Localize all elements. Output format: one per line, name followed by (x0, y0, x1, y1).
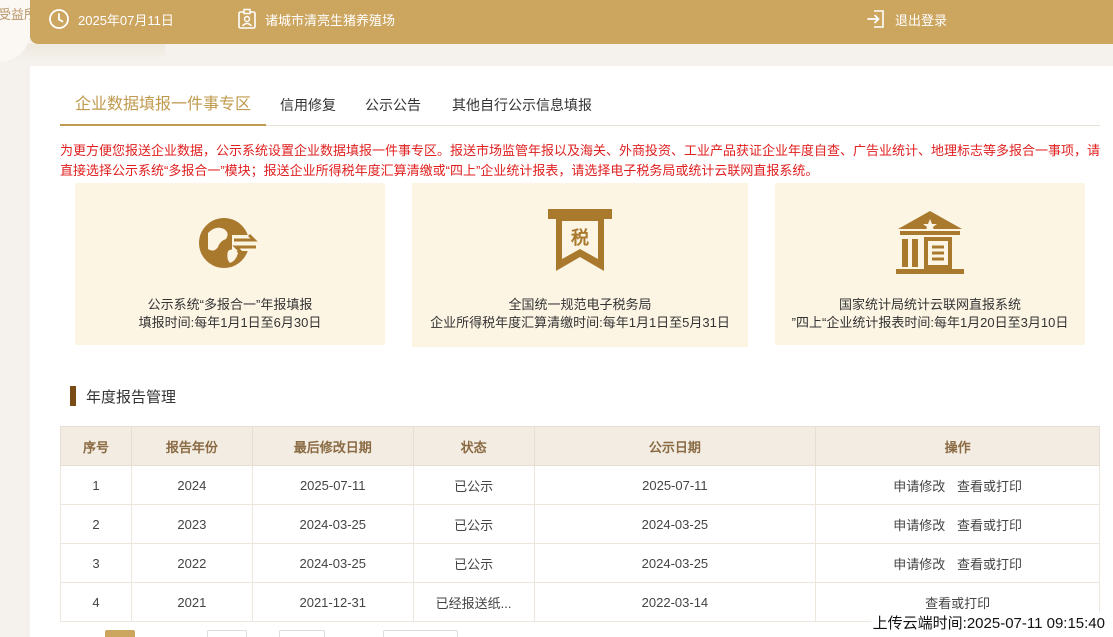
date-text: 2025年07月11日 (78, 12, 174, 28)
modified-date: 2024-03-25 (251, 543, 414, 583)
column-header: 公示日期 (533, 426, 817, 466)
top-bar: 2025年07月11日 诸城市清亮生猪养殖场 退出登录 (30, 0, 1113, 44)
government-building-icon (896, 211, 964, 274)
status: 已公示 (412, 543, 535, 583)
table-header-row: 序号 报告年份 最后修改日期 状态 公示日期 操作 (60, 426, 1100, 466)
id-card-icon (238, 8, 256, 29)
row-number: 1 (60, 465, 132, 505)
logout-button[interactable]: 退出登录 (865, 0, 947, 38)
table-row: 2 2023 2024-03-25 已公示 2024-03-25 申请修改 查看… (60, 504, 1100, 544)
card-title: 国家统计局统计云联网直报系统 (838, 297, 1021, 312)
card-period: ”四上“企业统计报表时间:每年1月20日至3月10日 (791, 315, 1069, 330)
section-title-text: 年度报告管理 (86, 388, 177, 406)
section-title: 年度报告管理 (70, 386, 176, 406)
column-header: 最后修改日期 (251, 426, 414, 466)
report-year: 2021 (130, 582, 253, 622)
logout-icon (867, 10, 884, 28)
card-multi-report[interactable]: 公示系统“多报合一”年报填报 填报时间:每年1月1日至6月30日 (75, 183, 385, 345)
request-modify-link[interactable]: 申请修改 (893, 518, 945, 533)
tab-bar: 企业数据填报一件事专区 信用修复 公示公告 其他自行公示信息填报 (60, 86, 1100, 126)
modified-date: 2025-07-11 (251, 465, 414, 505)
card-period: 填报时间:每年1月1日至6月30日 (138, 315, 322, 330)
tab-data-filing[interactable]: 企业数据填报一件事专区 (60, 86, 267, 126)
annual-report-table: 序号 报告年份 最后修改日期 状态 公示日期 操作 1 2024 2025-07… (60, 426, 1100, 622)
view-print-link[interactable]: 查看或打印 (925, 596, 990, 611)
report-year: 2022 (130, 543, 253, 583)
row-number: 2 (60, 504, 132, 544)
tab-credit-repair[interactable]: 信用修复 (280, 86, 336, 126)
multi-report-icon (199, 218, 258, 268)
pagination (74, 630, 474, 637)
row-number: 3 (60, 543, 132, 583)
status: 已公示 (412, 504, 535, 544)
row-actions: 申请修改 查看或打印 (815, 543, 1100, 583)
card-statistics[interactable]: 国家统计局统计云联网直报系统 ”四上“企业统计报表时间:每年1月20日至3月10… (775, 183, 1085, 345)
card-title: 公示系统“多报合一”年报填报 (147, 297, 313, 312)
status: 已经报送纸... (412, 582, 535, 622)
column-header: 状态 (412, 426, 535, 466)
published-date: 2022-03-14 (533, 582, 817, 622)
report-year: 2024 (130, 465, 253, 505)
company-name-text: 诸城市清亮生猪养殖场 (265, 12, 396, 28)
logout-label[interactable]: 退出登录 (895, 10, 947, 29)
request-modify-link[interactable]: 申请修改 (893, 479, 945, 494)
date-display: 2025年07月11日 (48, 0, 174, 38)
service-cards: 公示系统“多报合一”年报填报 填报时间:每年1月1日至6月30日 税 全国统一规… (30, 183, 1113, 348)
page-jump[interactable] (383, 630, 458, 637)
main-panel: 企业数据填报一件事专区 信用修复 公示公告 其他自行公示信息填报 为更方便您报送… (30, 66, 1113, 637)
view-print-link[interactable]: 查看或打印 (957, 518, 1022, 533)
card-period: 企业所得税年度汇算清缴时间:每年1月1日至5月31日 (430, 315, 730, 330)
company-name: 诸城市清亮生猪养殖场 (237, 0, 395, 38)
column-header: 序号 (60, 426, 132, 466)
row-number: 4 (60, 582, 132, 622)
modified-date: 2024-03-25 (251, 504, 414, 544)
status: 已公示 (412, 465, 535, 505)
notice-text: 为更方便您报送企业数据，公示系统设置企业数据填报一件事专区。报送市场监管年报以及… (60, 143, 1101, 178)
published-date: 2025-07-11 (533, 465, 817, 505)
upload-timestamp-overlay: 上传云端时间:2025-07-11 09:15:40 (870, 612, 1107, 633)
table-row: 1 2024 2025-07-11 已公示 2025-07-11 申请修改 查看… (60, 465, 1100, 505)
card-title: 全国统一规范电子税务局 (508, 297, 652, 312)
table-row: 3 2022 2024-03-25 已公示 2024-03-25 申请修改 查看… (60, 543, 1100, 583)
sidebar-fragment-text: 受益所 (0, 7, 30, 22)
column-header: 报告年份 (130, 426, 253, 466)
request-modify-link[interactable]: 申请修改 (893, 557, 945, 572)
tax-icon: 税 (548, 209, 612, 271)
report-year: 2023 (130, 504, 253, 544)
row-actions: 申请修改 查看或打印 (815, 504, 1100, 544)
tab-other-disclosure[interactable]: 其他自行公示信息填报 (452, 86, 592, 126)
view-print-link[interactable]: 查看或打印 (957, 479, 1022, 494)
card-e-tax[interactable]: 税 全国统一规范电子税务局 企业所得税年度汇算清缴时间:每年1月1日至5月31日 (412, 183, 748, 347)
page-button[interactable] (279, 630, 325, 637)
page-button[interactable] (207, 630, 247, 637)
published-date: 2024-03-25 (533, 543, 817, 583)
published-date: 2024-03-25 (533, 504, 817, 544)
view-print-link[interactable]: 查看或打印 (957, 557, 1022, 572)
section-title-bar (70, 386, 76, 406)
page-current[interactable] (105, 630, 135, 637)
modified-date: 2021-12-31 (251, 582, 414, 622)
tab-public-notice[interactable]: 公示公告 (365, 86, 421, 126)
row-actions: 申请修改 查看或打印 (815, 465, 1100, 505)
tax-icon-text: 税 (571, 227, 589, 249)
column-header: 操作 (815, 426, 1100, 466)
clock-icon (49, 9, 69, 29)
